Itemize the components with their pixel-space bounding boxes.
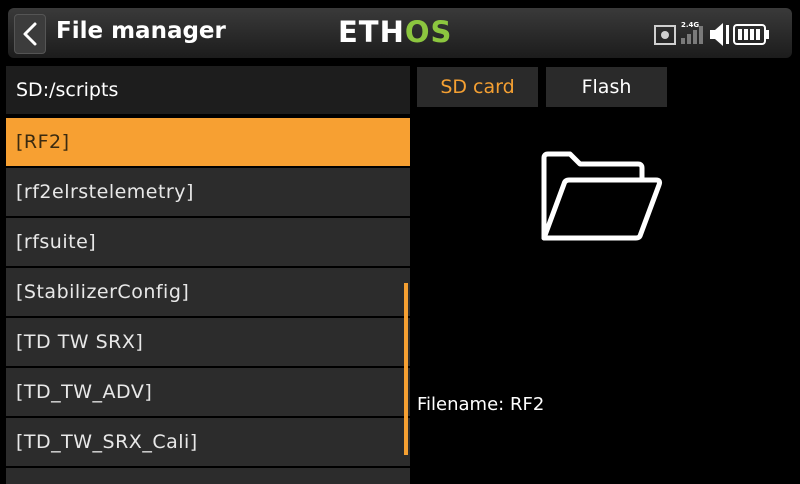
file-list: [RF2] [rf2elrstelemetry] [rfsuite] [Stab… [6,118,410,484]
logo-text-white: ETH [338,15,405,49]
rf-module-icon [654,25,676,45]
list-item-label: [rfsuite] [16,231,97,253]
list-item-label: [StabilizerConfig] [16,281,190,303]
battery-icon [733,24,769,45]
list-item-label: [TD_TW_SRX_Cali] [16,431,198,453]
file-list-item-rf2elrstelemetry[interactable]: [rf2elrstelemetry] [6,168,410,216]
file-list-item-rf2[interactable]: [RF2] [6,118,410,166]
file-list-item-td-tw-srx[interactable]: [TD TW SRX] [6,318,410,366]
folder-icon [541,151,663,241]
filename-label: Filename: RF2 [417,394,545,415]
file-list-item-partial[interactable] [6,468,410,484]
list-item-label: [TD_TW_ADV] [16,381,153,403]
file-list-item-rfsuite[interactable]: [rfsuite] [6,218,410,266]
tab-flash[interactable]: Flash [546,67,667,107]
list-item-label: [rf2elrstelemetry] [16,181,194,203]
rf-band-label: 2.4G [681,21,699,29]
status-icons: 2.4G [654,21,769,46]
list-item-label: [TD TW SRX] [16,331,144,353]
page-title: File manager [56,18,226,44]
file-list-item-td-tw-srx-cali[interactable]: [TD_TW_SRX_Cali] [6,418,410,466]
speaker-icon [710,23,729,46]
current-path: SD:/scripts [16,79,119,101]
back-button[interactable] [14,14,46,54]
file-list-scrollbar[interactable] [404,283,408,455]
back-chevron-icon [23,22,37,46]
ethos-logo: ETHOS [338,16,452,48]
current-path-bar: SD:/scripts [6,66,410,114]
header: File manager ETHOS 2.4G [0,0,800,66]
file-list-item-td-tw-adv[interactable]: [TD_TW_ADV] [6,368,410,416]
list-item-label: [RF2] [16,131,70,153]
file-list-item-stabilizerconfig[interactable]: [StabilizerConfig] [6,268,410,316]
logo-text-green: OS [404,15,453,49]
tab-sd-card[interactable]: SD card [417,67,538,107]
